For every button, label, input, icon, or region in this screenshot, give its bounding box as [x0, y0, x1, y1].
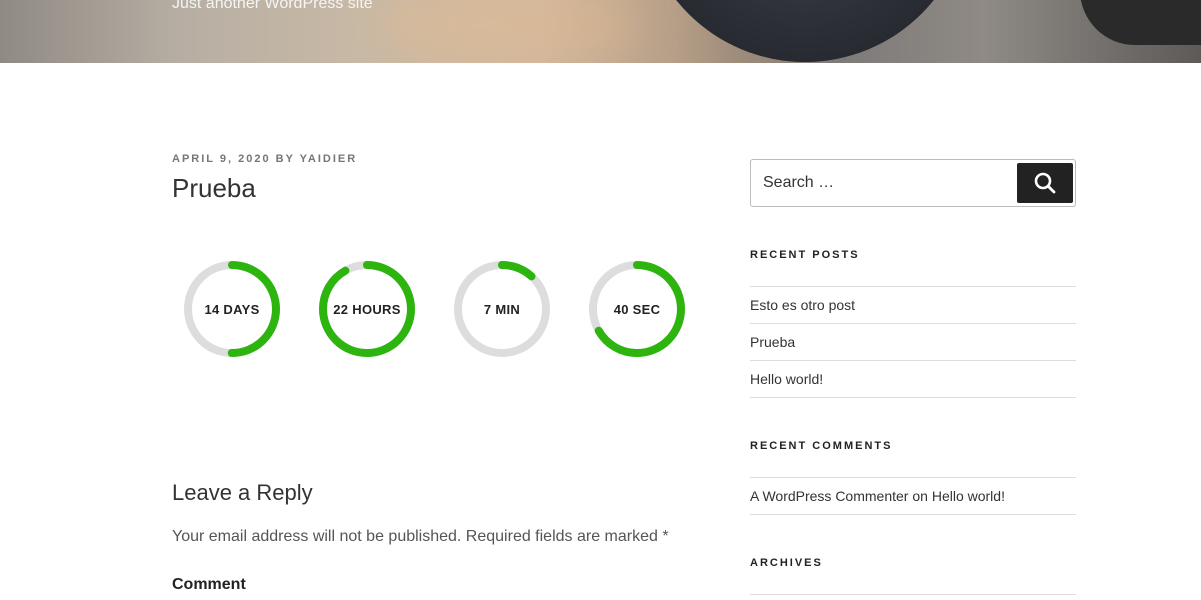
- comment-post-link[interactable]: Hello world!: [932, 488, 1005, 504]
- reply-title: Leave a Reply: [172, 480, 313, 505]
- list-item: Prueba: [750, 323, 1076, 360]
- recent-post-link[interactable]: Esto es otro post: [750, 297, 855, 313]
- recent-post-link[interactable]: Prueba: [750, 334, 795, 350]
- hours-label: 22 HOURS: [333, 301, 401, 317]
- reply-note: Your email address will not be published…: [172, 528, 669, 545]
- recent-comments-title: RECENT COMMENTS: [750, 440, 893, 452]
- search-input[interactable]: [751, 160, 1001, 206]
- post-date-link[interactable]: APRIL 9, 2020: [172, 153, 271, 165]
- search-form: [750, 159, 1076, 207]
- minutes-label: 7 MIN: [483, 301, 521, 317]
- countdown-hours: 22 HOURS: [317, 259, 417, 359]
- site-header: Just another WordPress site: [0, 0, 1201, 63]
- countdown-timer: 14 DAYS 22 HOURS 7 MIN 40 SEC: [182, 259, 692, 359]
- post-meta: APRIL 9, 2020 BY YAIDIER: [172, 153, 357, 165]
- post-title: Prueba: [172, 173, 256, 203]
- list-item: Esto es otro post: [750, 286, 1076, 323]
- list-item: Hello world!: [750, 360, 1076, 398]
- countdown-days: 14 DAYS: [182, 259, 282, 359]
- header-image: [640, 0, 970, 62]
- search-icon: [1034, 172, 1056, 194]
- days-label: 14 DAYS: [204, 301, 260, 317]
- countdown-minutes: 7 MIN: [452, 259, 552, 359]
- list-item: A WordPress Commenter on Hello world!: [750, 477, 1076, 515]
- countdown-seconds: 40 SEC: [587, 259, 687, 359]
- archives-title: ARCHIVES: [750, 557, 823, 569]
- comment-author-link[interactable]: A WordPress Commenter: [750, 488, 908, 504]
- comment-label: Comment: [172, 576, 246, 593]
- comment-on-text: on: [912, 488, 928, 504]
- recent-post-link[interactable]: Hello world!: [750, 371, 823, 387]
- site-tagline: Just another WordPress site: [172, 0, 373, 12]
- recent-posts-title: RECENT POSTS: [750, 249, 860, 261]
- search-button[interactable]: [1017, 163, 1073, 203]
- recent-comments-list: A WordPress Commenter on Hello world!: [750, 477, 1076, 515]
- seconds-label: 40 SEC: [613, 301, 661, 317]
- divider: [750, 594, 1076, 595]
- recent-posts-list: Esto es otro post Prueba Hello world!: [750, 286, 1076, 398]
- post-author-link[interactable]: YAIDIER: [300, 153, 358, 165]
- post-by: BY: [275, 153, 295, 165]
